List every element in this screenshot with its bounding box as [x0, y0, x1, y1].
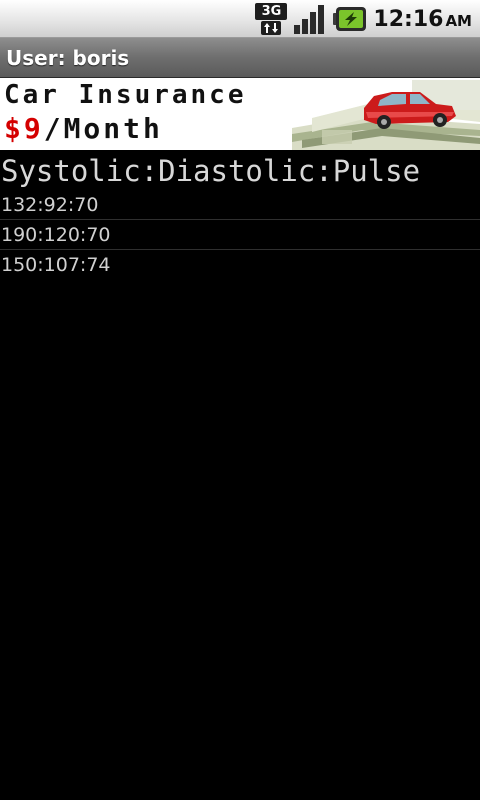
battery-charging-icon	[333, 7, 367, 31]
page-title: User: boris	[6, 45, 130, 70]
readings-list: 132:92:70 190:120:70 150:107:74	[0, 190, 480, 280]
car-on-money-icon	[292, 80, 480, 150]
readings-column-header: Systolic:Diastolic:Pulse	[1, 154, 421, 188]
clock-ampm: AM	[445, 11, 472, 30]
ad-subline: $9/Month	[4, 112, 163, 145]
list-item[interactable]: 132:92:70	[0, 190, 480, 220]
ad-per-month: /Month	[43, 112, 163, 145]
3g-data-icon: 3G	[255, 3, 288, 35]
clock-time: 12:16	[373, 6, 444, 32]
status-bar: 3G 12:16 AM	[0, 0, 480, 38]
title-bar: User: boris	[0, 38, 480, 78]
status-clock: 12:16 AM	[373, 7, 472, 32]
ad-headline: Car Insurance	[4, 80, 247, 110]
list-item[interactable]: 190:120:70	[0, 220, 480, 250]
status-icons: 3G 12:16 AM	[255, 0, 472, 38]
ad-banner[interactable]: Car Insurance $9/Month	[0, 78, 480, 150]
ad-price: $9	[4, 112, 44, 145]
list-item[interactable]: 150:107:74	[0, 250, 480, 280]
signal-icon	[294, 5, 325, 34]
